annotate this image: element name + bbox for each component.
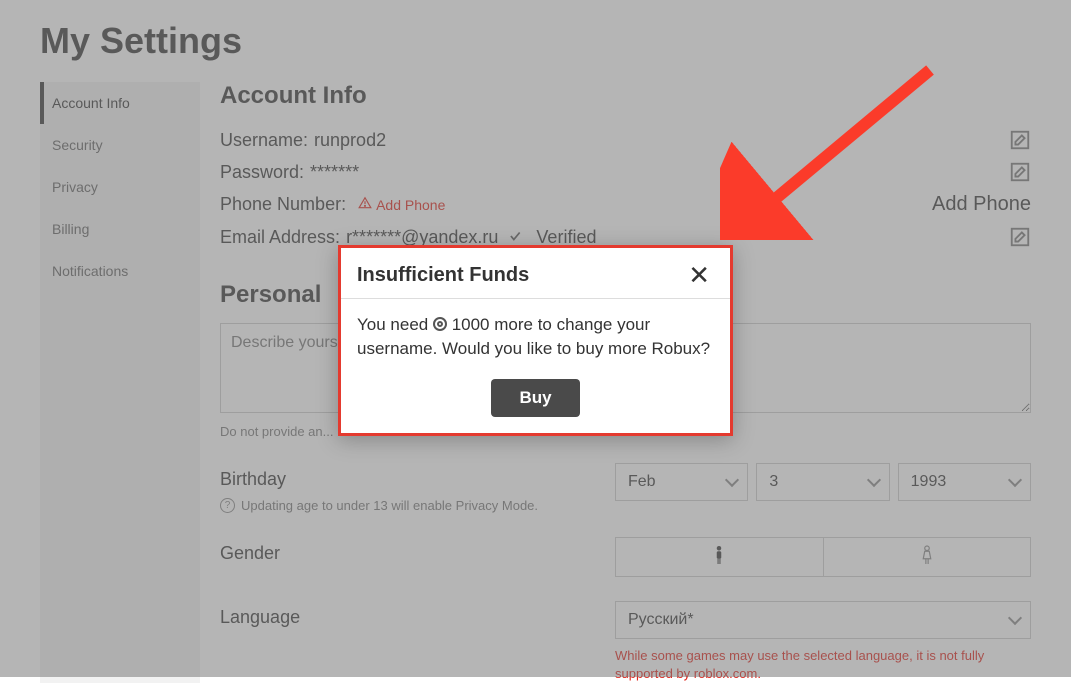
modal-overlay[interactable]: Insufficient Funds ✕ You need 1000 more … [0,0,1071,677]
robux-icon [433,317,447,331]
modal-title: Insufficient Funds [357,264,529,287]
insufficient-funds-modal: Insufficient Funds ✕ You need 1000 more … [338,245,733,436]
buy-button[interactable]: Buy [491,379,579,417]
modal-body: You need 1000 more to change your userna… [341,299,730,369]
modal-body-prefix: You need [357,315,433,334]
modal-close-button[interactable]: ✕ [684,262,714,288]
modal-amount: 1000 [452,315,490,334]
close-icon: ✕ [688,260,710,290]
